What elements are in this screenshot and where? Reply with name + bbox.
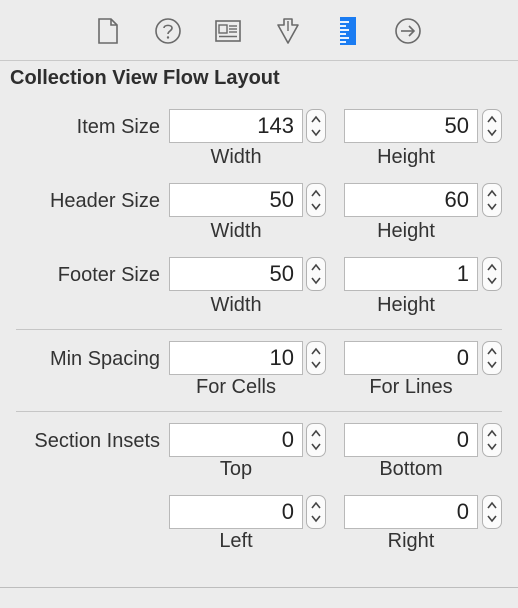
min-spacing-lines-caption: For Lines — [369, 376, 453, 398]
header-size-width-field[interactable]: 50 — [169, 183, 303, 217]
inset-top-stepper[interactable] — [306, 423, 326, 457]
footer-size-label: Footer Size — [57, 264, 160, 286]
section-insets-label: Section Insets — [34, 430, 160, 452]
bottom-separator — [0, 587, 518, 588]
footer-size-width-field[interactable]: 50 — [169, 257, 303, 291]
inspector-toolbar — [0, 0, 518, 61]
inset-bottom-stepper[interactable] — [482, 423, 502, 457]
inset-right-stepper[interactable] — [482, 495, 502, 529]
min-spacing-label: Min Spacing — [49, 348, 160, 370]
file-icon — [98, 18, 118, 44]
section-divider — [16, 411, 502, 412]
item-size-height-field[interactable]: 50 — [344, 109, 478, 143]
footer-size-height-stepper[interactable] — [482, 257, 502, 291]
item-size-width-stepper[interactable] — [306, 109, 326, 143]
inset-left-stepper[interactable] — [306, 495, 326, 529]
help-icon — [155, 18, 181, 44]
connections-icon — [395, 18, 421, 44]
min-spacing-lines-stepper[interactable] — [482, 341, 502, 375]
min-spacing-lines-field[interactable]: 0 — [344, 341, 478, 375]
size-inspector-panel: Collection View Flow Layout Item Size 14… — [0, 0, 518, 608]
header-size-height-caption: Height — [377, 220, 435, 242]
item-size-width-caption: Width — [210, 146, 262, 168]
identity-inspector-tab[interactable] — [212, 15, 244, 47]
header-size-width-stepper[interactable] — [306, 183, 326, 217]
file-inspector-tab[interactable] — [92, 15, 124, 47]
inset-left-field[interactable]: 0 — [169, 495, 303, 529]
footer-size-height-caption: Height — [377, 294, 435, 316]
min-spacing-cells-stepper[interactable] — [306, 341, 326, 375]
identity-icon — [215, 20, 241, 42]
item-size-height-stepper[interactable] — [482, 109, 502, 143]
attributes-inspector-tab[interactable] — [272, 15, 304, 47]
header-size-height-stepper[interactable] — [482, 183, 502, 217]
attributes-icon — [277, 18, 299, 44]
size-ruler-icon — [340, 17, 356, 45]
header-size-height-field[interactable]: 60 — [344, 183, 478, 217]
min-spacing-cells-caption: For Cells — [195, 376, 276, 398]
section-title: Collection View Flow Layout — [10, 67, 280, 89]
inset-bottom-field[interactable]: 0 — [344, 423, 478, 457]
quick-help-tab[interactable] — [152, 15, 184, 47]
inset-top-caption: Top — [219, 458, 253, 480]
header-size-width-caption: Width — [210, 220, 262, 242]
footer-size-height-field[interactable]: 1 — [344, 257, 478, 291]
header-size-label: Header Size — [49, 190, 160, 212]
item-size-label: Item Size — [76, 116, 160, 138]
inset-right-field[interactable]: 0 — [344, 495, 478, 529]
footer-size-width-caption: Width — [210, 294, 262, 316]
inset-left-caption: Left — [219, 530, 253, 552]
inset-bottom-caption: Bottom — [379, 458, 443, 480]
size-inspector-tab[interactable] — [332, 15, 364, 47]
inset-right-caption: Right — [387, 530, 435, 552]
item-size-width-field[interactable]: 143 — [169, 109, 303, 143]
item-size-height-caption: Height — [377, 146, 435, 168]
inset-top-field[interactable]: 0 — [169, 423, 303, 457]
footer-size-width-stepper[interactable] — [306, 257, 326, 291]
connections-inspector-tab[interactable] — [392, 15, 424, 47]
min-spacing-cells-field[interactable]: 10 — [169, 341, 303, 375]
section-divider — [16, 329, 502, 330]
